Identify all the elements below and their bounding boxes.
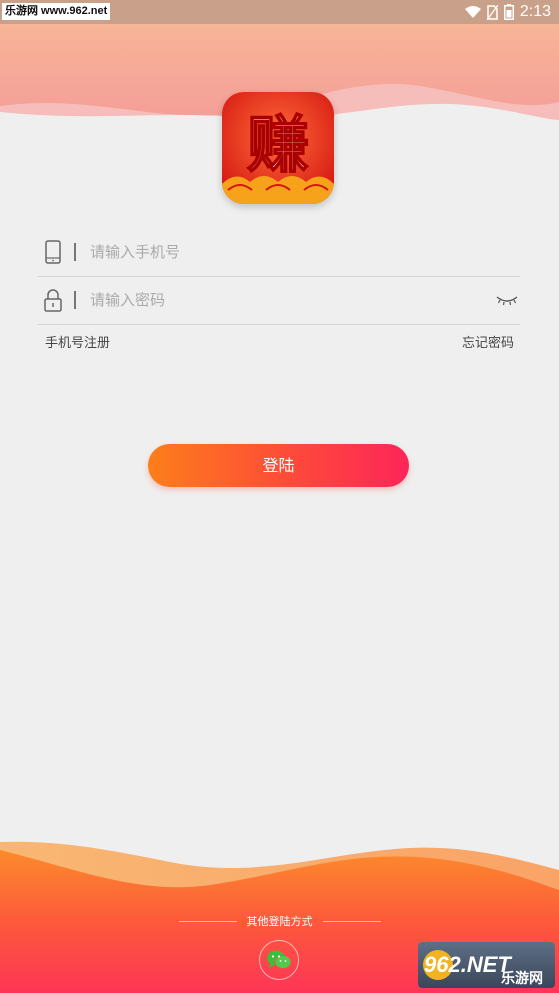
badge-subtitle: 乐游网 bbox=[501, 970, 543, 987]
divider-line bbox=[322, 920, 381, 922]
wechat-icon bbox=[267, 950, 292, 969]
wechat-login-button[interactable] bbox=[259, 940, 299, 980]
field-separator bbox=[74, 291, 76, 309]
phone-field bbox=[38, 228, 520, 277]
no-sim-icon bbox=[486, 4, 498, 20]
phone-icon bbox=[45, 240, 61, 264]
watermark-badge: 962.NET 乐游网 bbox=[418, 942, 555, 988]
divider-line bbox=[178, 920, 237, 922]
forgot-password-link[interactable]: 忘记密码 bbox=[462, 332, 514, 351]
battery-icon bbox=[503, 4, 514, 20]
wifi-icon bbox=[464, 5, 481, 18]
password-input[interactable] bbox=[90, 285, 470, 315]
logo-character: 赚 bbox=[247, 108, 309, 181]
register-link[interactable]: 手机号注册 bbox=[45, 332, 110, 351]
status-icons: 2:13 bbox=[464, 2, 551, 22]
eye-closed-icon[interactable] bbox=[496, 293, 518, 307]
other-login-label: 其他登陆方式 bbox=[246, 915, 313, 928]
login-button[interactable]: 登陆 bbox=[148, 444, 409, 487]
status-bar: 乐游网 www.962.net 2:13 bbox=[0, 0, 559, 24]
app-logo: 赚 bbox=[222, 92, 334, 204]
password-field bbox=[38, 276, 520, 325]
clock: 2:13 bbox=[519, 3, 551, 20]
watermark-label: 乐游网 www.962.net bbox=[2, 3, 111, 20]
phone-input[interactable] bbox=[90, 237, 470, 267]
badge-brand: 962.NET bbox=[424, 952, 512, 977]
other-login-divider: 其他登陆方式 bbox=[0, 913, 559, 929]
field-separator bbox=[74, 243, 76, 261]
lock-icon bbox=[44, 289, 62, 312]
